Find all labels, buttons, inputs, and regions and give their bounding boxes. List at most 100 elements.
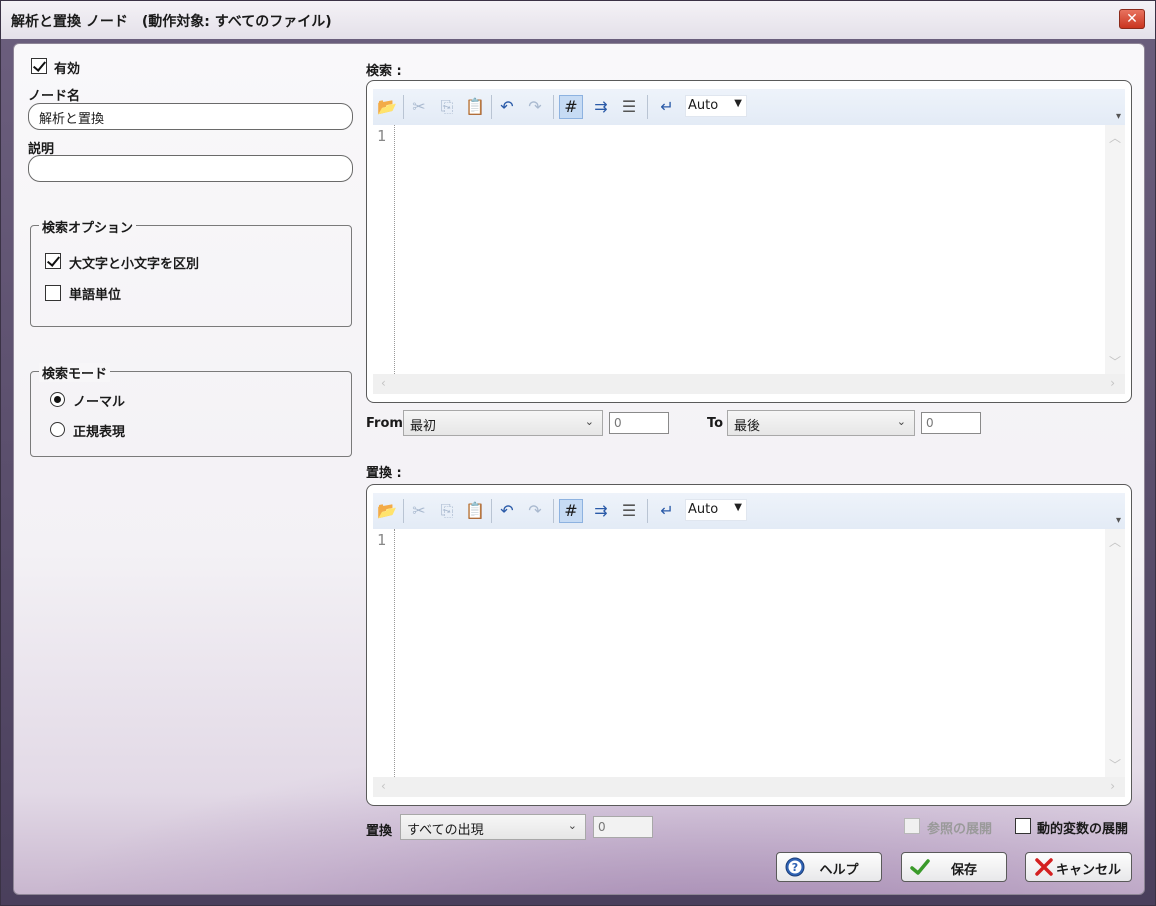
from-select[interactable]: 最初 ⌄ bbox=[403, 410, 603, 436]
search-options-title: 検索オプション bbox=[39, 217, 137, 236]
help-button-label: ヘルプ bbox=[819, 863, 859, 878]
expand-variables-label: 動的変数の展開 bbox=[1037, 822, 1129, 837]
replace-horizontal-scrollbar[interactable]: ‹ › bbox=[373, 777, 1125, 797]
enter-icon[interactable]: ↵ bbox=[655, 499, 679, 523]
line-number-icon[interactable]: # bbox=[559, 95, 583, 119]
undo-icon[interactable]: ↶ bbox=[495, 499, 519, 523]
redo-icon[interactable]: ↷ bbox=[523, 499, 547, 523]
chevron-down-icon: ⌄ bbox=[896, 415, 906, 428]
to-label: To bbox=[707, 416, 724, 431]
enter-icon[interactable]: ↵ bbox=[655, 95, 679, 119]
wrap-lines-icon[interactable]: ☰ bbox=[617, 95, 641, 119]
search-encoding-select[interactable]: Auto ▼ bbox=[685, 95, 747, 117]
replace-occurrence-select[interactable]: すべての出現 ⌄ bbox=[400, 814, 586, 840]
enabled-label: 有効 bbox=[54, 62, 81, 77]
case-sensitive-label: 大文字と小文字を区別 bbox=[69, 257, 200, 272]
copy-icon[interactable]: ⎘ bbox=[435, 95, 459, 119]
title-bar: 解析と置換 ノード (動作対象: すべてのファイル) ✕ bbox=[1, 1, 1155, 39]
to-select-value: 最後 bbox=[734, 419, 761, 434]
replace-line-number: 1 bbox=[377, 531, 387, 549]
undo-icon[interactable]: ↶ bbox=[495, 95, 519, 119]
replace-line-gutter: 1 bbox=[373, 529, 395, 777]
search-encoding-value: Auto bbox=[688, 98, 719, 113]
toolbar-overflow-icon[interactable]: ▾ bbox=[1116, 111, 1121, 122]
normal-mode-radio[interactable] bbox=[50, 392, 65, 407]
from-select-value: 最初 bbox=[410, 419, 437, 434]
to-select[interactable]: 最後 ⌄ bbox=[727, 410, 915, 436]
paste-icon[interactable]: 📋 bbox=[463, 499, 487, 523]
scroll-up-icon[interactable]: ︿ bbox=[1105, 533, 1125, 550]
scroll-down-icon[interactable]: ﹀ bbox=[1105, 353, 1125, 370]
normal-mode-label: ノーマル bbox=[73, 395, 126, 410]
search-label: 検索 : bbox=[366, 64, 402, 79]
toolbar-separator bbox=[491, 95, 492, 119]
toolbar-separator bbox=[553, 95, 554, 119]
regex-mode-label: 正規表現 bbox=[73, 425, 126, 440]
replace-vertical-scrollbar[interactable]: ︿ ﹀ bbox=[1105, 529, 1125, 777]
replace-encoding-select[interactable]: Auto ▼ bbox=[685, 499, 747, 521]
node-name-input[interactable]: 解析と置換 bbox=[28, 103, 353, 130]
cancel-button-label: キャンセル bbox=[1055, 863, 1121, 878]
search-options-group: 検索オプション 大文字と小文字を区別 単語単位 bbox=[30, 217, 352, 327]
from-number-input[interactable]: 0 bbox=[609, 412, 669, 434]
whole-word-checkbox[interactable] bbox=[45, 285, 61, 301]
scroll-right-icon[interactable]: › bbox=[1110, 376, 1115, 390]
close-button[interactable]: ✕ bbox=[1119, 9, 1145, 29]
toolbar-separator bbox=[403, 95, 404, 119]
case-sensitive-checkbox[interactable] bbox=[45, 253, 61, 269]
toolbar-overflow-icon[interactable]: ▾ bbox=[1116, 515, 1121, 526]
expand-references-checkbox[interactable] bbox=[904, 818, 920, 834]
close-icon: ✕ bbox=[1126, 11, 1138, 27]
search-line-gutter: 1 bbox=[373, 125, 395, 374]
from-number-value: 0 bbox=[614, 416, 622, 430]
expand-variables-checkbox[interactable] bbox=[1015, 818, 1031, 834]
toolbar-separator bbox=[647, 95, 648, 119]
to-number-value: 0 bbox=[926, 416, 934, 430]
regex-mode-radio[interactable] bbox=[50, 422, 65, 437]
node-name-value: 解析と置換 bbox=[39, 112, 105, 127]
search-toolbar: 📂 ✂ ⎘ 📋 ↶ ↷ # ⇉ ☰ ↵ Auto ▼ ▾ bbox=[373, 89, 1125, 125]
search-vertical-scrollbar[interactable]: ︿ ﹀ bbox=[1105, 125, 1125, 374]
enabled-checkbox[interactable] bbox=[31, 58, 47, 74]
redo-icon[interactable]: ↷ bbox=[523, 95, 547, 119]
search-line-number: 1 bbox=[377, 127, 387, 145]
toolbar-separator bbox=[647, 499, 648, 523]
replace-toolbar: 📂 ✂ ⎘ 📋 ↶ ↷ # ⇉ ☰ ↵ Auto ▼ ▾ bbox=[373, 493, 1125, 529]
chevron-down-icon: ⌄ bbox=[584, 415, 594, 428]
description-input[interactable] bbox=[28, 155, 353, 182]
search-mode-group: 検索モード ノーマル 正規表現 bbox=[30, 363, 352, 457]
replace-occurrence-number[interactable]: 0 bbox=[593, 816, 653, 838]
scroll-left-icon[interactable]: ‹ bbox=[381, 779, 386, 793]
scroll-right-icon[interactable]: › bbox=[1110, 779, 1115, 793]
scroll-down-icon[interactable]: ﹀ bbox=[1105, 756, 1125, 773]
toolbar-separator bbox=[491, 499, 492, 523]
cut-icon[interactable]: ✂ bbox=[407, 499, 431, 523]
whitespace-icon[interactable]: ⇉ bbox=[589, 95, 613, 119]
scroll-left-icon[interactable]: ‹ bbox=[381, 376, 386, 390]
chevron-down-icon: ▼ bbox=[734, 98, 742, 109]
open-folder-icon[interactable]: 📂 bbox=[375, 95, 399, 119]
save-button[interactable]: 保存 bbox=[901, 852, 1007, 882]
replace-occurrence-number-value: 0 bbox=[598, 820, 606, 834]
to-number-input[interactable]: 0 bbox=[921, 412, 981, 434]
help-button[interactable]: ? ヘルプ bbox=[776, 852, 882, 882]
replace-occurrence-value: すべての出現 bbox=[407, 823, 484, 838]
search-editor[interactable]: 📂 ✂ ⎘ 📋 ↶ ↷ # ⇉ ☰ ↵ Auto ▼ ▾ 1 ︿ ﹀ ‹ › bbox=[366, 80, 1132, 403]
expand-references-label: 参照の展開 bbox=[927, 822, 993, 837]
paste-icon[interactable]: 📋 bbox=[463, 95, 487, 119]
wrap-lines-icon[interactable]: ☰ bbox=[617, 499, 641, 523]
cancel-button[interactable]: キャンセル bbox=[1025, 852, 1132, 882]
toolbar-separator bbox=[553, 499, 554, 523]
dialog-client-area: 有効 ノード名 解析と置換 説明 検索オプション 大文字と小文字を区別 単語単位… bbox=[13, 43, 1145, 895]
cut-icon[interactable]: ✂ bbox=[407, 95, 431, 119]
node-name-label: ノード名 bbox=[28, 89, 81, 104]
open-folder-icon[interactable]: 📂 bbox=[375, 499, 399, 523]
from-label: From bbox=[366, 416, 403, 431]
copy-icon[interactable]: ⎘ bbox=[435, 499, 459, 523]
replace-editor[interactable]: 📂 ✂ ⎘ 📋 ↶ ↷ # ⇉ ☰ ↵ Auto ▼ ▾ 1 ︿ ﹀ ‹ › bbox=[366, 484, 1132, 806]
line-number-icon[interactable]: # bbox=[559, 499, 583, 523]
dialog-window: 解析と置換 ノード (動作対象: すべてのファイル) ✕ 有効 ノード名 解析と… bbox=[0, 0, 1156, 906]
whitespace-icon[interactable]: ⇉ bbox=[589, 499, 613, 523]
search-horizontal-scrollbar[interactable]: ‹ › bbox=[373, 374, 1125, 394]
scroll-up-icon[interactable]: ︿ bbox=[1105, 129, 1125, 146]
